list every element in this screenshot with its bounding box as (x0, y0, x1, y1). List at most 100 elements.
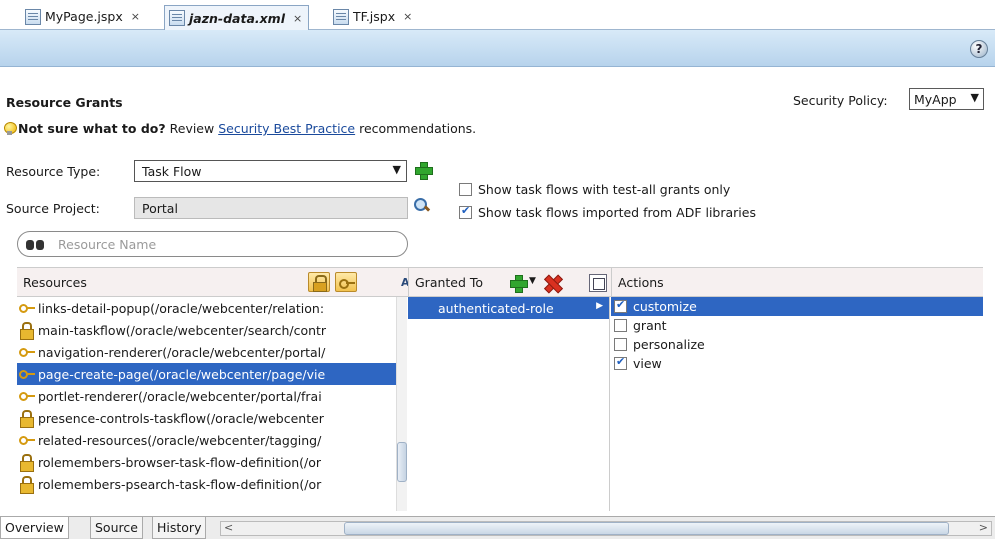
grantee-name: authenticated-role (438, 300, 554, 316)
tab-label: MyPage.jspx (45, 9, 123, 24)
dropdown-arrow-icon: ▼ (970, 91, 979, 104)
tab-tf-jspx[interactable]: TF.jspx × (328, 5, 419, 27)
add-resource-icon[interactable] (415, 162, 433, 180)
security-policy-select[interactable]: MyApp ▼ (909, 88, 984, 110)
granted-to-header: Granted To ▼ (408, 267, 611, 297)
hint-prefix: Review (169, 121, 215, 136)
action-row-selected[interactable]: customize (611, 297, 983, 316)
source-project-field: Portal (134, 197, 408, 219)
lock-icon (19, 322, 34, 340)
resource-name: presence-controls-taskflow(/oracle/webce… (38, 410, 324, 426)
resource-type-value: Task Flow (142, 164, 202, 179)
action-row[interactable]: grant (611, 316, 983, 335)
horizontal-scrollbar[interactable]: < > (220, 521, 992, 536)
list-item[interactable]: main-taskflow(/oracle/webcenter/search/c… (17, 319, 406, 341)
granted-to-header-label: Granted To (415, 274, 484, 290)
action-checkbox[interactable] (614, 319, 627, 332)
action-checkbox[interactable] (614, 298, 627, 313)
hint-suffix: recommendations. (359, 121, 477, 136)
dropdown-arrow-icon: ▼ (392, 163, 401, 176)
resources-scrollbar[interactable] (396, 297, 407, 511)
delete-grantee-icon[interactable] (544, 275, 560, 291)
key-icon (19, 303, 35, 313)
list-item[interactable]: related-resources(/oracle/webcenter/tagg… (17, 429, 406, 451)
scroll-right-icon[interactable]: > (979, 521, 988, 534)
close-icon[interactable]: × (131, 10, 140, 23)
key-icon (19, 347, 35, 357)
tab-history[interactable]: History (152, 517, 207, 539)
key-filter-icon[interactable] (335, 272, 357, 292)
security-policy-label: Security Policy: (793, 93, 888, 108)
checkbox-label: Show task flows with test-all grants onl… (478, 182, 731, 197)
help-icon[interactable]: ? (970, 40, 988, 58)
xml-file-icon (169, 10, 185, 26)
list-item[interactable]: links-detail-popup(/oracle/webcenter/rel… (17, 297, 406, 319)
checkbox-label: Show task flows imported from ADF librar… (478, 205, 756, 220)
action-row[interactable]: personalize (611, 335, 983, 354)
tab-mypage-jspx[interactable]: MyPage.jspx × (20, 5, 147, 27)
tab-label: jazn-data.xml (189, 10, 285, 26)
checkbox-adf-libraries[interactable]: Show task flows imported from ADF librar… (459, 204, 756, 220)
action-checkbox[interactable] (614, 338, 627, 351)
edit-icon[interactable] (589, 274, 607, 292)
resource-name: rolemembers-psearch-task-flow-definition… (38, 476, 322, 492)
key-icon (19, 391, 35, 401)
list-item[interactable]: navigation-renderer(/oracle/webcenter/po… (17, 341, 406, 363)
action-label: personalize (633, 337, 705, 352)
grantee-row-selected[interactable]: authenticated-role (408, 297, 609, 319)
security-policy-value: MyApp (914, 92, 957, 107)
source-project-value: Portal (142, 201, 178, 216)
source-project-label: Source Project: (6, 201, 100, 216)
actions-header: Actions (611, 267, 983, 297)
list-item[interactable]: presence-controls-taskflow(/oracle/webce… (17, 407, 406, 429)
tab-source[interactable]: Source (90, 517, 143, 539)
hint-line: Not sure what to do? Review Security Bes… (4, 121, 476, 136)
scrollbar-thumb[interactable] (344, 522, 949, 535)
resource-name: main-taskflow(/oracle/webcenter/search/c… (38, 322, 327, 338)
security-best-practice-link[interactable]: Security Best Practice (218, 121, 355, 136)
search-placeholder: Resource Name (58, 236, 157, 252)
tab-jazn-data-xml[interactable]: jazn-data.xml × (164, 5, 310, 30)
action-row[interactable]: view (611, 354, 983, 373)
file-icon (333, 8, 349, 25)
checkbox-test-all-grants[interactable]: Show task flows with test-all grants onl… (459, 182, 730, 197)
hint-bold: Not sure what to do? (18, 121, 166, 136)
granted-to-list: authenticated-role (408, 297, 610, 511)
search-icon[interactable] (413, 197, 431, 215)
close-icon[interactable]: × (293, 12, 302, 25)
chevron-down-icon[interactable]: ▼ (529, 276, 536, 286)
checkbox-box[interactable] (459, 183, 472, 196)
resources-header-label: Resources (23, 274, 87, 290)
resource-type-label: Resource Type: (6, 164, 101, 179)
action-label: grant (633, 318, 667, 333)
resource-name: portlet-renderer(/oracle/webcenter/porta… (38, 388, 322, 404)
checkbox-box[interactable] (459, 204, 472, 219)
resources-list: links-detail-popup(/oracle/webcenter/rel… (17, 297, 407, 511)
list-item[interactable]: portlet-renderer(/oracle/webcenter/porta… (17, 385, 406, 407)
action-checkbox[interactable] (614, 355, 627, 370)
resource-name: page-create-page(/oracle/webcenter/page/… (38, 366, 326, 382)
key-icon (19, 435, 35, 445)
close-icon[interactable]: × (403, 10, 412, 23)
lock-filter-icon[interactable] (308, 272, 330, 292)
key-icon (19, 369, 35, 379)
tab-overview[interactable]: Overview (0, 517, 69, 539)
action-label: view (633, 356, 662, 371)
resources-header: Resources A↕ (17, 267, 419, 297)
lock-icon (19, 454, 34, 472)
grants-panels: Resources A↕ Granted To ▼ Actions links-… (0, 267, 995, 539)
scrollbar-thumb[interactable] (397, 442, 407, 482)
resource-type-select[interactable]: Task Flow ▼ (134, 160, 407, 182)
scroll-left-icon[interactable]: < (224, 521, 233, 534)
toolbar-band: ? (0, 30, 995, 67)
resource-name-search-input[interactable]: Resource Name (17, 231, 408, 257)
file-icon (25, 8, 41, 25)
lock-icon (19, 410, 34, 428)
resource-name: links-detail-popup(/oracle/webcenter/rel… (38, 300, 325, 316)
list-item-selected[interactable]: page-create-page(/oracle/webcenter/page/… (17, 363, 406, 385)
list-item[interactable]: rolemembers-browser-task-flow-definition… (17, 451, 406, 473)
binoculars-icon (26, 237, 46, 251)
list-item[interactable]: rolemembers-psearch-task-flow-definition… (17, 473, 406, 495)
tab-label: TF.jspx (353, 9, 396, 24)
add-grantee-icon[interactable] (510, 275, 528, 293)
